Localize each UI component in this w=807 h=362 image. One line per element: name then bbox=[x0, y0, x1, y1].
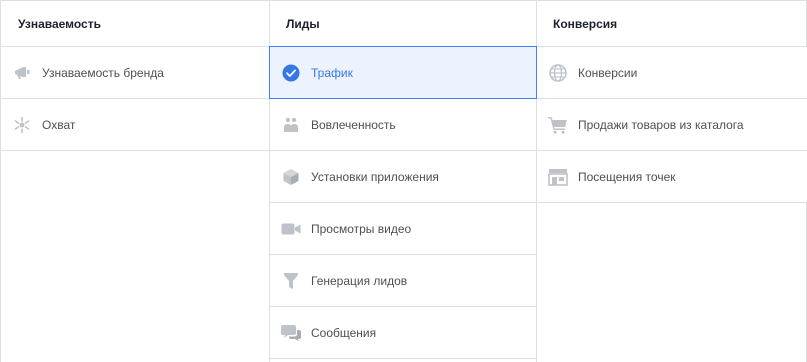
objective-catalog-sales[interactable]: Продажи товаров из каталога bbox=[537, 99, 807, 151]
column-leads: Лиды Трафик Вовлеченность Установки прил… bbox=[269, 1, 537, 362]
objective-label: Сообщения bbox=[311, 325, 377, 340]
objective-brand-awareness[interactable]: Узнаваемость бренда bbox=[1, 47, 269, 99]
objective-label: Просмотры видео bbox=[311, 221, 412, 236]
people-icon bbox=[281, 115, 301, 135]
objective-label: Установки приложения bbox=[311, 169, 439, 184]
column-header-leads: Лиды bbox=[270, 1, 536, 47]
objective-picker: Узнаваемость Узнаваемость бренда Охват Л… bbox=[0, 0, 807, 362]
box-icon bbox=[281, 167, 301, 187]
objective-lead-generation[interactable]: Генерация лидов bbox=[270, 255, 536, 307]
objective-traffic[interactable]: Трафик bbox=[269, 46, 537, 99]
objective-label: Генерация лидов bbox=[311, 273, 408, 288]
video-camera-icon bbox=[281, 219, 301, 239]
objective-store-visits[interactable]: Посещения точек bbox=[537, 151, 807, 203]
globe-icon bbox=[548, 63, 568, 83]
objective-conversions[interactable]: Конверсии bbox=[537, 47, 807, 99]
objective-app-installs[interactable]: Установки приложения bbox=[270, 151, 536, 203]
funnel-icon bbox=[281, 271, 301, 291]
objective-engagement[interactable]: Вовлеченность bbox=[270, 99, 536, 151]
objective-label: Узнаваемость бренда bbox=[42, 65, 164, 80]
asterisk-reach-icon bbox=[12, 115, 32, 135]
column-conversion: Конверсия Конверсии Продажи товаров из к… bbox=[537, 1, 807, 203]
objective-video-views[interactable]: Просмотры видео bbox=[270, 203, 536, 255]
objective-label: Вовлеченность bbox=[311, 117, 396, 132]
objective-messages[interactable]: Сообщения bbox=[270, 307, 536, 359]
store-icon bbox=[548, 167, 568, 187]
check-circle-icon bbox=[281, 63, 301, 83]
objective-label: Трафик bbox=[311, 65, 353, 80]
cart-icon bbox=[548, 115, 568, 135]
objective-label: Охват bbox=[42, 117, 76, 132]
column-awareness: Узнаваемость Узнаваемость бренда Охват bbox=[1, 1, 269, 151]
megaphone-icon bbox=[12, 63, 32, 83]
objective-label: Продажи товаров из каталога bbox=[578, 117, 744, 132]
column-header-awareness: Узнаваемость bbox=[1, 1, 269, 47]
column-header-conversion: Конверсия bbox=[537, 1, 807, 47]
objective-label: Посещения точек bbox=[578, 169, 676, 184]
objective-label: Конверсии bbox=[578, 65, 638, 80]
objective-reach[interactable]: Охват bbox=[1, 99, 269, 151]
chat-bubbles-icon bbox=[281, 323, 301, 343]
